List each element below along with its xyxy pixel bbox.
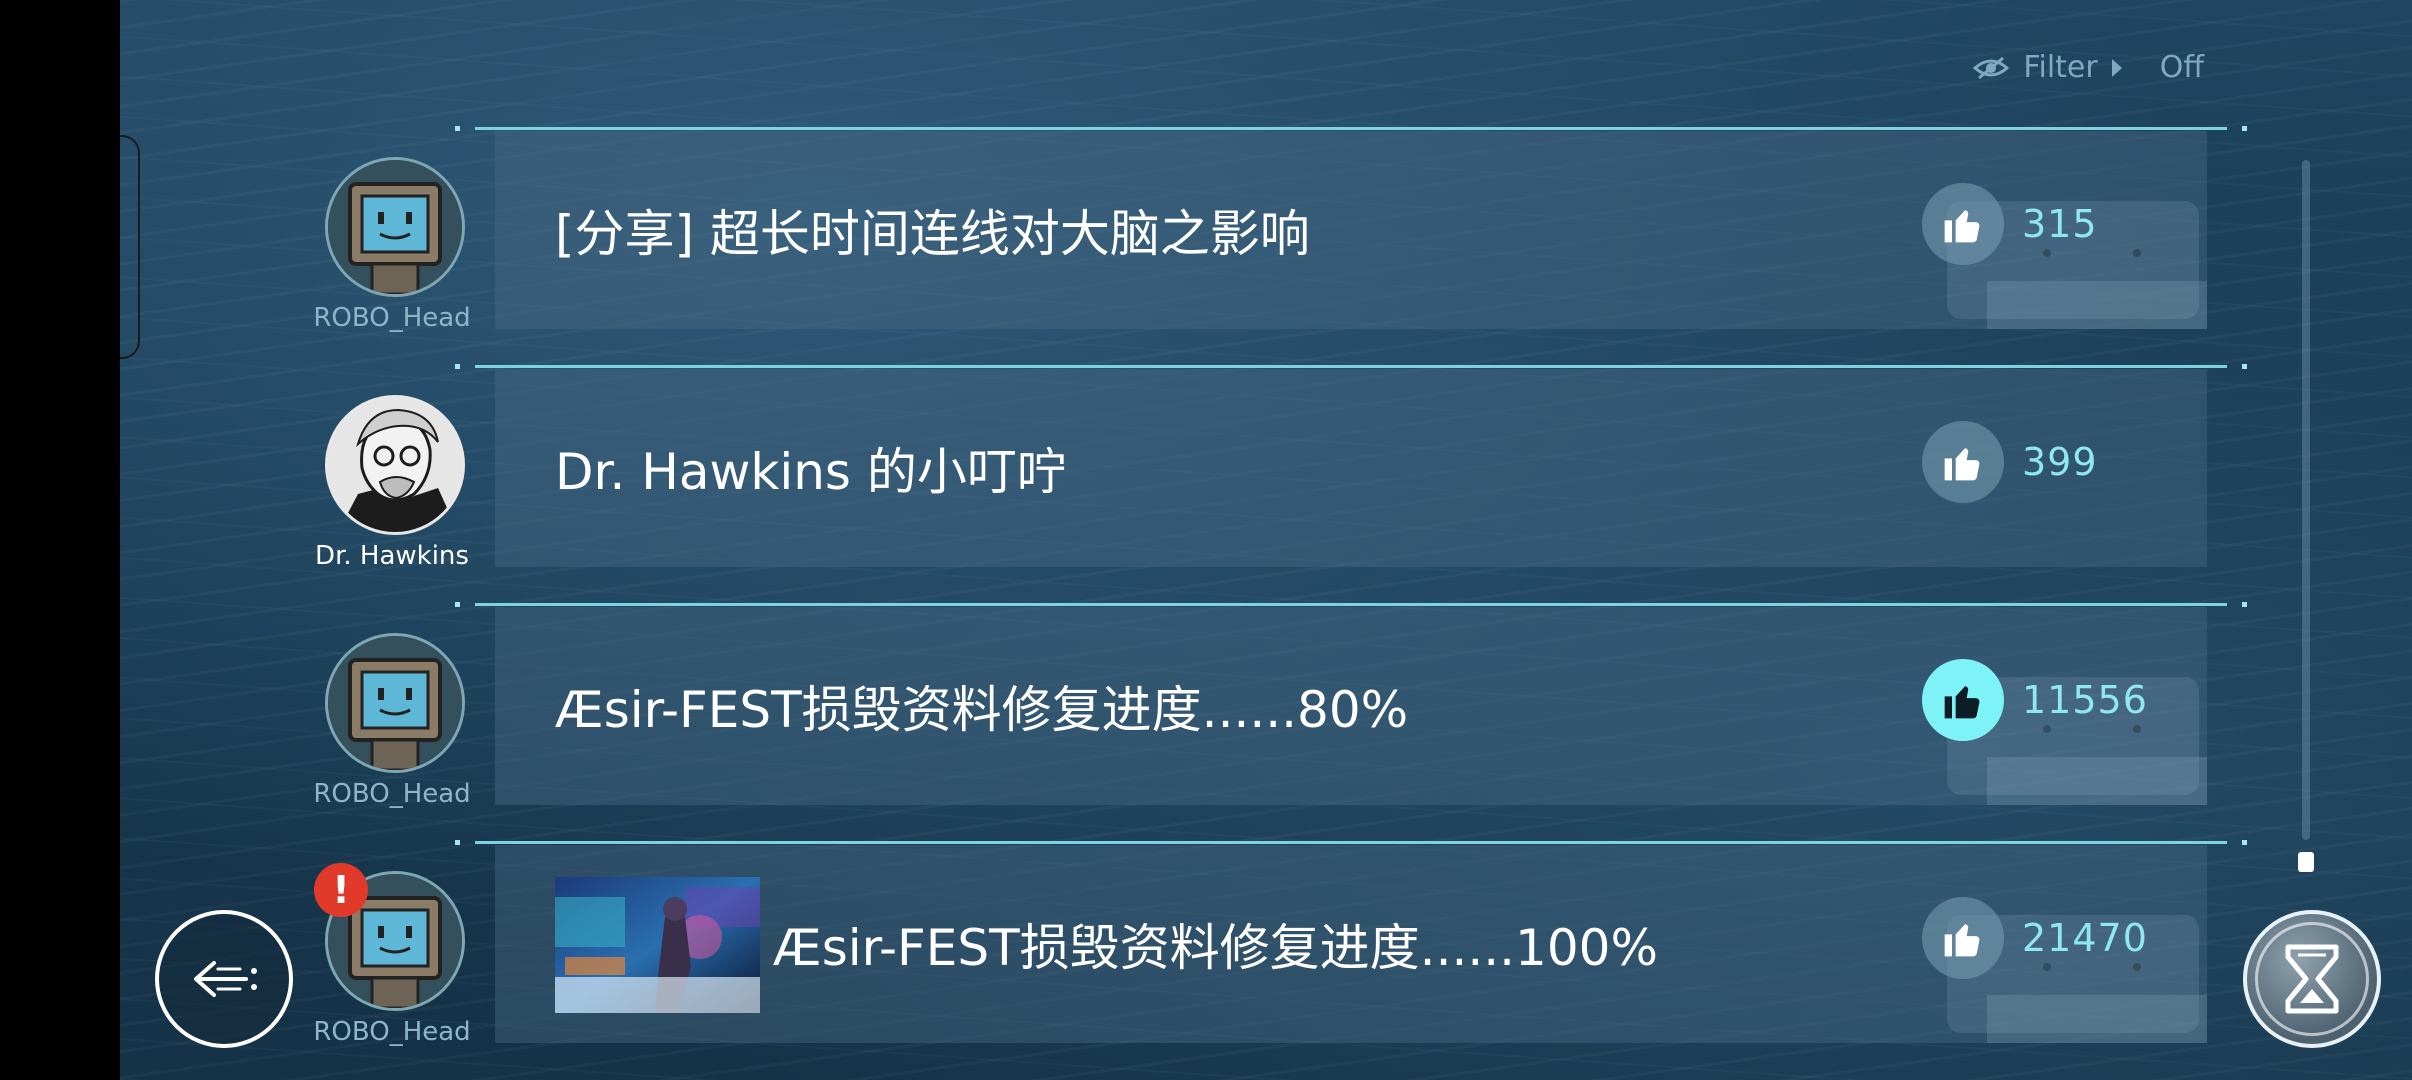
author-name: ROBO_Head	[313, 303, 471, 333]
post-item[interactable]: ! ROBO_Head Æsir-FEST损毁资料修复进度......100% …	[120, 840, 2247, 1061]
avatar-robo-head[interactable]	[325, 157, 465, 297]
post-item[interactable]: ROBO_Head [分享] 超长时间连线对大脑之影响 315	[120, 126, 2247, 347]
thumbs-up-icon	[1944, 924, 1980, 957]
post-thumbnail[interactable]	[555, 877, 760, 1013]
menu-button-ring	[2255, 922, 2369, 1036]
filter-toggle[interactable]: Filter Off	[1973, 50, 2204, 85]
like-button[interactable]	[1922, 897, 2004, 979]
post-title[interactable]: Æsir-FEST损毁资料修复进度......80%	[555, 607, 1408, 805]
divider	[455, 840, 2247, 845]
like-button[interactable]	[1922, 421, 2004, 503]
avatar-robo-head[interactable]	[325, 633, 465, 773]
like-count: 11556	[2022, 678, 2148, 722]
post-title[interactable]: Æsir-FEST损毁资料修复进度......100%	[773, 845, 1658, 1043]
hourglass-icon	[2285, 944, 2339, 1014]
author-name: Dr. Hawkins	[315, 541, 469, 571]
like-button-active[interactable]	[1922, 659, 2004, 741]
thumbs-up-icon	[1944, 448, 1980, 481]
like-count: 21470	[2022, 916, 2148, 960]
post-item[interactable]: Dr. Hawkins Dr. Hawkins 的小叮咛 399	[120, 364, 2247, 585]
scrollbar-thumb[interactable]	[2298, 852, 2314, 872]
post-title[interactable]: [分享] 超长时间连线对大脑之影响	[555, 131, 1310, 329]
thumbs-up-icon	[1944, 210, 1980, 243]
alert-badge: !	[314, 863, 368, 917]
menu-button[interactable]	[2243, 910, 2381, 1048]
post-card[interactable]: [分享] 超长时间连线对大脑之影响 315	[495, 131, 2207, 329]
cyber-scene-image	[555, 877, 760, 1013]
caret-right-icon	[2111, 58, 2122, 77]
robo-head-icon	[328, 636, 462, 770]
scrollbar-track[interactable]	[2302, 160, 2310, 840]
thumbs-up-icon	[1944, 686, 1980, 719]
filter-label: Filter	[2023, 50, 2098, 85]
like-button[interactable]	[1922, 183, 2004, 265]
post-card[interactable]: Æsir-FEST损毁资料修复进度......80% 11556	[495, 607, 2207, 805]
dr-hawkins-portrait-icon	[328, 398, 462, 532]
back-button[interactable]	[155, 910, 293, 1048]
forum-screen: Filter Off ROBO_Head [分享] 超长时间连线对大脑之影响 3…	[120, 0, 2412, 1080]
post-item[interactable]: ROBO_Head Æsir-FEST损毁资料修复进度......80% 115…	[120, 602, 2247, 823]
author-name: ROBO_Head	[313, 779, 471, 809]
post-title[interactable]: Dr. Hawkins 的小叮咛	[555, 369, 1067, 567]
author-name: ROBO_Head	[313, 1017, 471, 1047]
divider	[455, 126, 2247, 131]
back-arrow-icon	[194, 961, 257, 997]
avatar-dr-hawkins[interactable]	[325, 395, 465, 535]
post-card[interactable]: Dr. Hawkins 的小叮咛 399	[495, 369, 2207, 567]
eye-slash-icon	[1973, 56, 2010, 79]
robo-head-icon	[328, 160, 462, 294]
like-count: 399	[2022, 440, 2098, 484]
divider	[455, 602, 2247, 607]
filter-value: Off	[2159, 50, 2204, 85]
divider	[455, 364, 2247, 369]
post-card[interactable]: Æsir-FEST损毁资料修复进度......100% 21470	[495, 845, 2207, 1043]
like-count: 315	[2022, 202, 2098, 246]
